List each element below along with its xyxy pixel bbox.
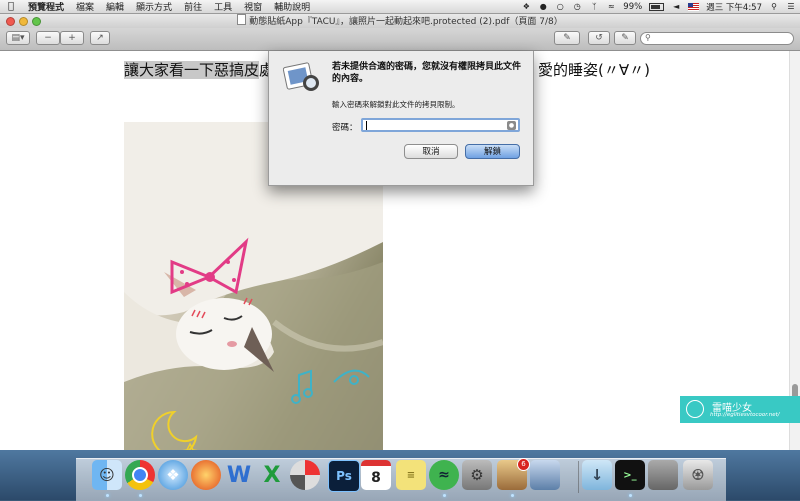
menu-go[interactable]: 前往 xyxy=(178,0,208,13)
window-titlebar: 動態貼紙App『TACU』，讓照片一起動起來吧.protected (2).pd… xyxy=(0,14,800,28)
running-indicator xyxy=(511,494,514,497)
running-indicator xyxy=(106,494,109,497)
volume-icon[interactable]: ◄ xyxy=(671,2,681,11)
running-indicator xyxy=(629,494,632,497)
vertical-scrollbar[interactable] xyxy=(789,51,800,450)
notification-badge: 6 xyxy=(517,458,530,471)
page-text-line-end: 愛的睡姿(〃∀〃) xyxy=(538,61,650,79)
chrome-icon[interactable] xyxy=(125,460,155,490)
menu-tools[interactable]: 工具 xyxy=(208,0,238,13)
word-icon[interactable]: W xyxy=(224,460,254,490)
page-text-line: 讓大家看一下惡搞皮處 xyxy=(124,59,274,80)
system-preferences-icon[interactable]: ⚙ xyxy=(462,460,492,490)
watermark-banner: 雷喵少女 http://eglitiesvtocoor.net/ xyxy=(680,396,800,423)
menu-edit[interactable]: 編輯 xyxy=(100,0,130,13)
zoom-out-button[interactable]: − xyxy=(36,31,60,45)
password-field[interactable]: ● xyxy=(361,118,520,132)
trash-icon[interactable]: ♼ xyxy=(683,460,713,490)
password-label: 密碼： xyxy=(332,123,358,133)
input-source-flag-icon[interactable] xyxy=(688,2,700,11)
menubar:  預覽程式 檔案 編輯 顯示方式 前往 工具 視窗 輔助說明 ❖ ● ○ ◷ … xyxy=(0,0,800,14)
annotate-button[interactable]: ✎ xyxy=(554,31,580,45)
keychain-key-icon[interactable]: ● xyxy=(507,121,516,130)
excel-icon[interactable]: X xyxy=(257,460,287,490)
battery-icon[interactable] xyxy=(649,2,665,11)
app-icon[interactable] xyxy=(191,460,221,490)
window-toolbar: ▤▾ − + ↗ ✎ ↺ ✎ ⚲ xyxy=(0,28,800,51)
search-icon: ⚲ xyxy=(645,33,651,42)
menubar-status-area: ❖ ● ○ ◷ ᛉ ≈ 99% ◄ 週三 下午4:57 ⚲ ☰ xyxy=(521,0,796,13)
terminal-icon[interactable]: >_ xyxy=(615,460,645,490)
dialog-message: 輸入密碼來解鎖對此文件的拷貝限制。 xyxy=(332,100,460,109)
search-field[interactable]: ⚲ xyxy=(640,32,794,45)
rotate-button[interactable]: ↺ xyxy=(588,31,610,45)
spotify-icon[interactable]: ≈ xyxy=(429,460,459,490)
menu-view[interactable]: 顯示方式 xyxy=(130,0,178,13)
status-app-icon-2[interactable]: ○ xyxy=(555,2,565,11)
photo-browser-icon[interactable] xyxy=(530,460,560,490)
menu-help[interactable]: 輔助說明 xyxy=(268,0,316,13)
cancel-button[interactable]: 取消 xyxy=(404,144,458,159)
watermark-url: http://eglitiesvtocoor.net/ xyxy=(710,412,780,418)
running-indicator xyxy=(443,494,446,497)
stickies-icon[interactable]: ≡ xyxy=(396,460,426,490)
markup-button[interactable]: ✎ xyxy=(614,31,636,45)
disk-utility-icon[interactable] xyxy=(290,460,320,490)
preview-window: 動態貼紙App『TACU』，讓照片一起動起來吧.protected (2).pd… xyxy=(0,14,800,450)
photoshop-icon[interactable]: Ps xyxy=(328,460,360,492)
preview-app-icon xyxy=(282,61,321,95)
downloads-icon[interactable]: ↓ xyxy=(582,460,612,490)
spotlight-icon[interactable]: ⚲ xyxy=(769,2,779,11)
bluetooth-icon[interactable]: ᛉ xyxy=(589,2,599,11)
sidebar-toggle-button[interactable]: ▤▾ xyxy=(6,31,30,45)
wifi-icon[interactable]: ≈ xyxy=(606,2,616,11)
unlock-button[interactable]: 解鎖 xyxy=(465,144,520,159)
status-app-icon[interactable]: ● xyxy=(538,2,548,11)
time-machine-icon[interactable]: ◷ xyxy=(572,2,582,11)
watermark-logo-icon xyxy=(686,400,704,418)
zoom-in-button[interactable]: + xyxy=(60,31,84,45)
text-caret xyxy=(366,121,367,130)
menu-window[interactable]: 視窗 xyxy=(238,0,268,13)
running-indicator xyxy=(139,494,142,497)
dock-separator xyxy=(578,461,579,493)
display-icon[interactable] xyxy=(648,460,678,490)
calendar-icon[interactable]: 8 xyxy=(361,460,391,490)
window-title: 動態貼紙App『TACU』，讓照片一起動起來吧.protected (2).pd… xyxy=(0,14,800,28)
menu-file[interactable]: 檔案 xyxy=(70,0,100,13)
finder-icon[interactable]: ☺ xyxy=(92,460,122,490)
apple-menu-icon[interactable]:  xyxy=(0,1,22,12)
share-button[interactable]: ↗ xyxy=(90,31,110,45)
menu-app-name[interactable]: 預覽程式 xyxy=(22,0,70,13)
highlighted-text: 讓大家看一下惡搞皮 xyxy=(124,61,260,79)
dialog-title: 若未提供合適的密碼，您就沒有權限拷貝此文件的內容。 xyxy=(332,62,522,84)
password-dialog: 若未提供合適的密碼，您就沒有權限拷貝此文件的內容。 輸入密碼來解鎖對此文件的拷貝… xyxy=(268,51,534,186)
dropbox-icon[interactable]: ❖ xyxy=(521,2,531,11)
battery-percent: 99% xyxy=(623,1,643,12)
menubar-clock[interactable]: 週三 下午4:57 xyxy=(706,1,762,13)
pdf-document-icon xyxy=(237,14,247,25)
safari-icon[interactable]: ❖ xyxy=(158,460,188,490)
notification-center-icon[interactable]: ☰ xyxy=(786,2,796,11)
